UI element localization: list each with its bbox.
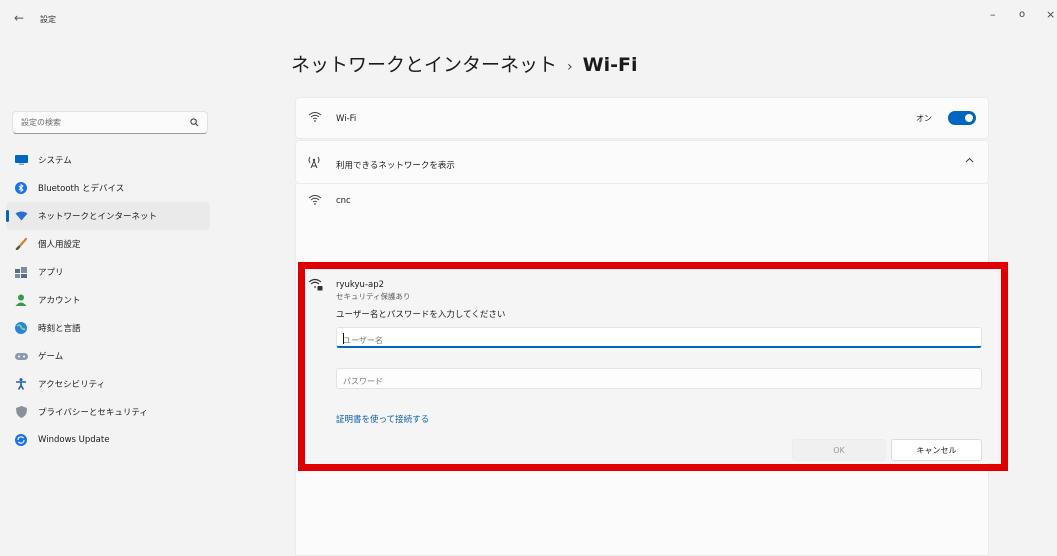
sidebar-item-label: システム: [38, 156, 72, 166]
password-input[interactable]: [337, 372, 981, 391]
update-icon: [14, 433, 28, 447]
title-bar: ← 設定 – o ×: [0, 0, 1057, 40]
sidebar-item-label: Windows Update: [38, 435, 110, 445]
selected-network-panel: ryukyu-ap2 セキュリティ保護あり ユーザー名とパスワードを入力してくだ…: [304, 268, 998, 463]
brush-icon: [14, 237, 28, 251]
wifi-toggle-switch[interactable]: [948, 111, 976, 125]
available-networks-row[interactable]: 利用できるネットワークを表示: [295, 140, 989, 184]
chevron-up-icon[interactable]: [965, 156, 974, 166]
accessibility-icon: [14, 377, 28, 391]
sidebar-item-label: 時刻と言語: [38, 324, 81, 334]
minimize-icon[interactable]: –: [990, 8, 996, 21]
settings-search-input[interactable]: [21, 118, 181, 127]
username-field[interactable]: [336, 327, 982, 350]
sidebar-item-accessibility[interactable]: アクセシビリティ: [6, 370, 210, 398]
wifi-toggle-state: オン: [916, 114, 932, 123]
maximize-icon[interactable]: o: [1019, 9, 1025, 20]
breadcrumb-parent[interactable]: ネットワークとインターネット: [291, 54, 557, 76]
selected-network-security: セキュリティ保護あり: [336, 292, 411, 301]
network-item-cnc[interactable]: cnc: [296, 184, 988, 224]
username-input[interactable]: [337, 331, 981, 350]
app-title: 設定: [40, 15, 56, 24]
text-caret: [343, 333, 344, 344]
sidebar-item-accounts[interactable]: アカウント: [6, 286, 210, 314]
globe-icon: [14, 321, 28, 335]
wifi-signal-icon: [308, 194, 322, 208]
close-icon[interactable]: ×: [1046, 8, 1055, 21]
credentials-prompt: ユーザー名とパスワードを入力してください: [336, 310, 506, 320]
back-arrow-icon[interactable]: ←: [14, 11, 24, 25]
wifi-label: Wi-Fi: [336, 114, 357, 124]
wifi-icon: [308, 111, 322, 125]
antenna-icon: [308, 156, 320, 172]
apps-icon: [14, 265, 28, 279]
sidebar-item-label: アプリ: [38, 268, 64, 278]
ok-button[interactable]: OK: [792, 439, 886, 461]
network-icon: [14, 209, 28, 223]
settings-search-box[interactable]: [12, 111, 208, 134]
selected-network-ssid: ryukyu-ap2: [336, 280, 385, 290]
sidebar-item-label: アクセシビリティ: [38, 380, 106, 390]
sidebar-item-gaming[interactable]: ゲーム: [6, 342, 210, 370]
sidebar-item-network[interactable]: ネットワークとインターネット: [6, 202, 210, 230]
account-icon: [14, 293, 28, 307]
password-field[interactable]: [336, 368, 982, 391]
gamepad-icon: [14, 349, 28, 363]
network-ssid: cnc: [336, 196, 351, 206]
bluetooth-icon: [14, 181, 28, 195]
breadcrumb-separator: ›: [567, 59, 573, 75]
sidebar-item-time-language[interactable]: 時刻と言語: [6, 314, 210, 342]
wifi-toggle-row[interactable]: Wi-Fi オン: [295, 97, 989, 139]
sidebar-item-label: ネットワークとインターネット: [38, 212, 158, 222]
page-title: ネットワークとインターネット › Wi-Fi: [291, 50, 637, 77]
available-networks-label: 利用できるネットワークを表示: [336, 161, 455, 171]
sidebar-item-privacy[interactable]: プライバシーとセキュリティ: [6, 398, 210, 426]
sidebar-item-label: プライバシーとセキュリティ: [38, 408, 148, 418]
secured-wifi-icon: [308, 278, 323, 294]
breadcrumb-current: Wi-Fi: [582, 54, 638, 76]
sidebar-nav: システム Bluetooth とデバイス ネットワークとインターネット 個人用設…: [6, 146, 210, 454]
sidebar-item-windows-update[interactable]: Windows Update: [6, 426, 210, 454]
sidebar-item-label: Bluetooth とデバイス: [38, 184, 125, 194]
sidebar-item-label: 個人用設定: [38, 240, 81, 250]
sidebar-item-apps[interactable]: アプリ: [6, 258, 210, 286]
system-icon: [14, 153, 28, 167]
sidebar-item-personalization[interactable]: 個人用設定: [6, 230, 210, 258]
sidebar-item-label: ゲーム: [38, 352, 64, 362]
cancel-button[interactable]: キャンセル: [891, 439, 982, 461]
sidebar-item-bluetooth[interactable]: Bluetooth とデバイス: [6, 174, 210, 202]
connect-with-certificate-link[interactable]: 証明書を使って接続する: [336, 413, 429, 425]
shield-icon: [14, 405, 28, 419]
search-icon[interactable]: [190, 118, 199, 129]
sidebar-item-system[interactable]: システム: [6, 146, 210, 174]
sidebar-item-label: アカウント: [38, 296, 81, 306]
